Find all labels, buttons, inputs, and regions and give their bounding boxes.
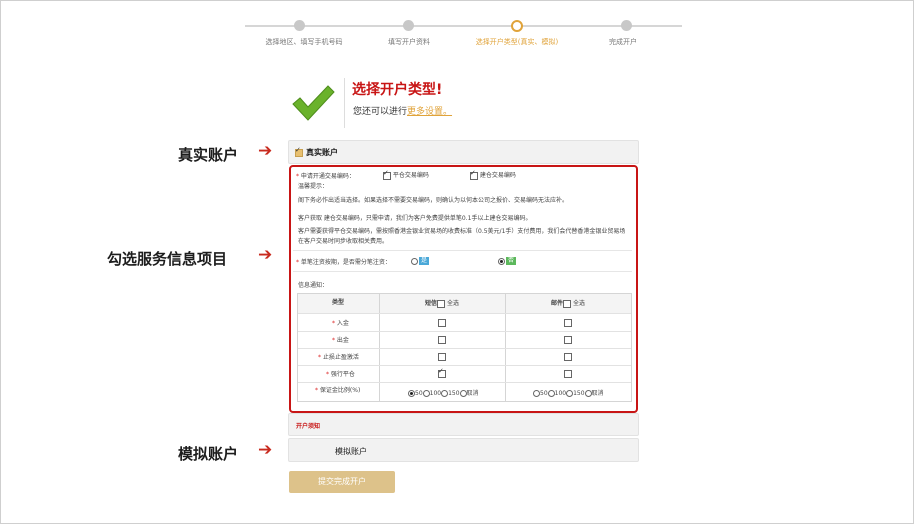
- margin-radio[interactable]: [584, 390, 592, 397]
- arrow-icon: ➔: [258, 141, 273, 161]
- side-label-services: 勾选服务信息项目: [107, 250, 228, 268]
- step-dot-1: [294, 20, 305, 31]
- real-account-header[interactable]: 真实账户: [288, 140, 639, 164]
- col-header-sms: 短信 全选: [425, 299, 459, 308]
- divider: [293, 271, 632, 272]
- tip-3: 客户需要获得平仓交易编码，需按照香港金银业贸易场的收费标准（0.5美元/1手）支…: [298, 228, 626, 245]
- row-label: * 出金: [332, 337, 349, 344]
- table-divider: [298, 382, 631, 383]
- register-no-radio[interactable]: [498, 258, 505, 265]
- page-subtitle: 您还可以进行更多设置。: [353, 107, 453, 117]
- heading-divider: [344, 78, 345, 128]
- col-header-email: 邮件 全选: [551, 299, 585, 308]
- email-margin-options: 50 100 150 取消: [533, 388, 604, 397]
- open-notice-label[interactable]: 开户须知: [296, 421, 320, 430]
- row-label: * 强行平仓: [326, 371, 355, 378]
- close-code-option[interactable]: 平仓交易编码: [383, 169, 429, 180]
- row-sms-checkbox[interactable]: [438, 367, 446, 378]
- real-account-label: 真实账户: [306, 148, 338, 157]
- register-question: * 单笔注资按期，是否需分笔注资：: [296, 259, 391, 266]
- col-header-type: 类型: [332, 299, 345, 306]
- sms-select-all-checkbox[interactable]: [437, 299, 446, 308]
- margin-radio[interactable]: [533, 390, 540, 397]
- demo-account-header[interactable]: 模拟账户: [288, 438, 639, 462]
- margin-radio[interactable]: [408, 390, 415, 397]
- table-divider: [298, 348, 631, 349]
- row-sms-checkbox[interactable]: [438, 353, 446, 361]
- more-settings-link[interactable]: 更多设置。: [407, 107, 452, 117]
- step-label-2: 填写开户资料: [388, 38, 430, 46]
- row-email-checkbox[interactable]: [564, 319, 572, 327]
- notification-title: 信息通知：: [298, 282, 329, 289]
- row-label: * 入金: [332, 320, 349, 327]
- open-notice-bar[interactable]: 开户须知: [288, 413, 639, 436]
- open-code-option[interactable]: 建仓交易编码: [470, 169, 516, 180]
- apply-code-label: * 申请开通交易编码：: [296, 173, 355, 180]
- tips-title: 温馨提示：: [298, 183, 329, 190]
- register-no-tag[interactable]: 否: [506, 257, 517, 265]
- sms-margin-options: 50 100 150 取消: [408, 388, 479, 397]
- row-label: * 保证金比例(%): [315, 387, 361, 394]
- checkmark-icon: [292, 85, 335, 121]
- side-label-real: 真实账户: [178, 146, 239, 164]
- page-title: 选择开户类型!: [352, 82, 443, 98]
- divider: [293, 250, 632, 251]
- margin-radio[interactable]: [422, 390, 430, 397]
- step-dot-4: [621, 20, 632, 31]
- margin-radio[interactable]: [547, 390, 555, 397]
- tip-2: 客户获取 建仓交易编码，只需申请，我们为客户免费提供单笔0.1手以上建仓交易编码…: [298, 215, 532, 222]
- table-divider: [298, 331, 631, 332]
- close-code-checkbox[interactable]: [383, 169, 391, 180]
- side-label-demo: 模拟账户: [178, 445, 239, 463]
- open-code-checkbox[interactable]: [470, 169, 478, 180]
- real-account-checkbox[interactable]: [295, 146, 303, 157]
- register-yes-tag[interactable]: 是: [419, 257, 430, 265]
- step-dot-2: [403, 20, 414, 31]
- step-label-4: 完成开户: [609, 38, 637, 46]
- register-yes-radio[interactable]: [411, 258, 418, 265]
- progress-line: [245, 25, 682, 27]
- demo-account-label: 模拟账户: [335, 447, 367, 456]
- email-select-all-checkbox[interactable]: [563, 299, 572, 308]
- row-sms-checkbox[interactable]: [438, 336, 446, 344]
- row-email-checkbox[interactable]: [564, 353, 572, 361]
- submit-button[interactable]: 提交完成开户: [289, 471, 395, 493]
- row-sms-checkbox[interactable]: [438, 319, 446, 327]
- step-label-1: 选择地区、填写手机号码: [265, 38, 343, 46]
- row-email-checkbox[interactable]: [564, 336, 572, 344]
- arrow-icon: ➔: [258, 245, 273, 265]
- table-divider: [298, 365, 631, 366]
- arrow-icon: ➔: [258, 440, 273, 460]
- tip-1: 阁下务必作出适当选择。如果选择不需要交易编码，则确认为以何本公司之报价、交易编码…: [298, 197, 569, 204]
- table-divider: [298, 313, 631, 314]
- step-dot-3: [511, 20, 523, 32]
- step-label-3: 选择开户类型(真实、模拟): [475, 38, 559, 46]
- row-email-checkbox[interactable]: [564, 370, 572, 378]
- row-label: * 止损止盈激活: [318, 354, 359, 361]
- margin-radio[interactable]: [459, 390, 467, 397]
